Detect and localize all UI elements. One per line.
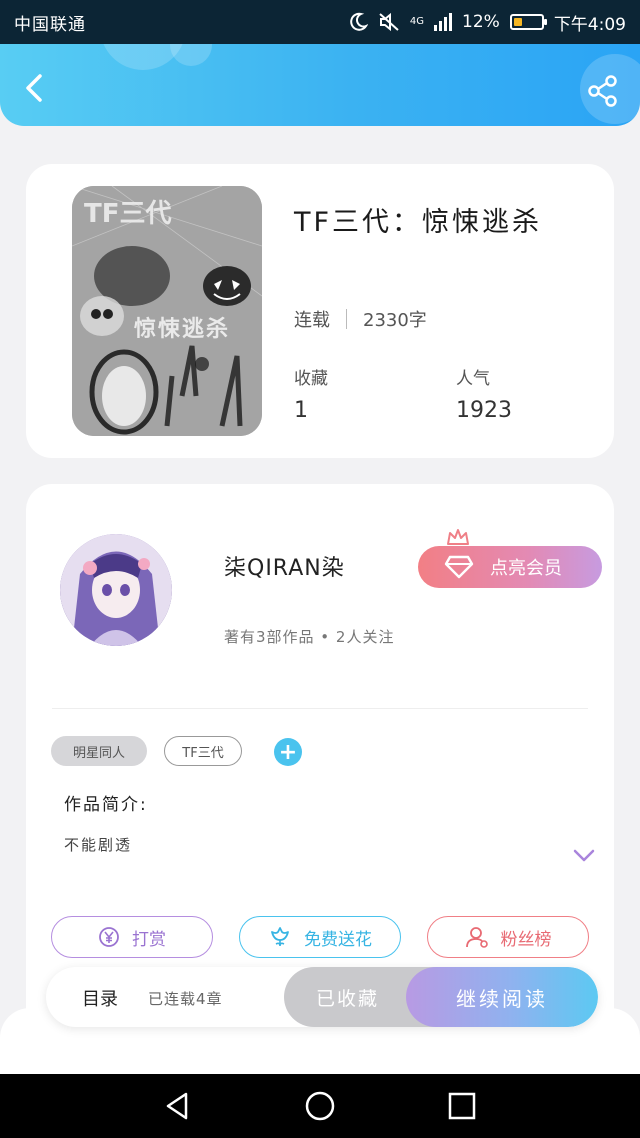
intro-heading: 作品简介: [64,795,148,815]
nav-back-icon[interactable] [162,1090,194,1122]
word-count: 2330字 [363,310,427,331]
diamond-icon [444,555,474,579]
flower-icon [271,927,289,947]
share-icon[interactable] [586,74,620,108]
chevron-down-icon[interactable] [572,848,596,864]
plus-icon: + [278,739,298,765]
send-flower-button[interactable]: 免费送花 [239,916,401,958]
cover-subtitle: 惊悚逃杀 [134,316,230,342]
continue-label: 继续阅读 [456,986,548,1011]
book-cover[interactable]: TF三代 惊悚逃杀 [72,186,262,436]
book-info-card: TF三代 惊悚逃杀 TF三代：惊悚逃杀 连载 2330字 收藏 1 人气 192… [26,164,614,458]
decor-bubble [170,44,212,66]
tag-tf3[interactable]: TF三代 [164,736,242,766]
book-status-row: 连载 2330字 [294,306,427,332]
network-type: 4G [409,16,425,27]
serial-status: 连载 [294,310,330,331]
nav-recents-icon[interactable] [446,1090,478,1122]
status-divider [346,309,347,329]
moon-icon [350,12,368,31]
nav-home-icon[interactable] [304,1090,336,1122]
continue-reading-button[interactable]: 继续阅读 [406,967,598,1027]
fans-ranking-button[interactable]: 粉丝榜 [427,916,589,958]
favorites-label: 收藏 [294,369,328,389]
popularity-label: 人气 [456,369,490,389]
toc-button[interactable]: 目录 [82,985,118,1011]
back-arrow-icon[interactable] [18,70,54,106]
reward-label: 打赏 [132,929,166,950]
book-title: TF三代：惊悚逃杀 [294,207,543,238]
mute-icon [379,12,399,32]
add-tag-button[interactable]: + [274,738,302,766]
system-nav-bar [0,1074,640,1138]
battery-icon [509,14,547,30]
chapter-count: 已连载4章 [148,990,223,1008]
yen-coin-icon [99,927,119,947]
collected-label: 已收藏 [316,987,380,1010]
section-divider [52,708,588,709]
status-icons: 4G 12% 下午4:09 [348,10,626,35]
author-name[interactable]: 柒QIRAN染 [224,550,345,582]
status-bar: 中国联通 4G 12% 下午4:09 [0,0,640,44]
popularity-value: 1923 [456,398,512,423]
vip-label: 点亮会员 [490,558,562,579]
app-header [0,44,640,126]
avatar[interactable] [60,534,172,646]
read-action-bar: 目录 已连载4章 已收藏 继续阅读 [46,967,598,1027]
reward-button[interactable]: 打赏 [51,916,213,958]
battery-percent: 12% [462,12,500,32]
author-stats: 著有3部作品 • 2人关注 [224,628,395,646]
tag-star-fanfic[interactable]: 明星同人 [51,736,147,766]
carrier-name: 中国联通 [14,14,86,35]
vip-button[interactable]: 点亮会员 [418,546,602,588]
crown-icon [447,529,469,545]
cover-title: TF三代 [84,199,172,229]
signal-icon [434,13,453,31]
flower-label: 免费送花 [304,929,372,950]
avatar-art [60,534,172,646]
cover-art: TF三代 惊悚逃杀 [72,186,262,436]
clock: 下午4:09 [553,14,626,35]
favorites-value: 1 [294,398,308,423]
intro-text: 不能剧透 [64,836,133,854]
user-icon [465,927,488,948]
fans-label: 粉丝榜 [500,929,552,950]
